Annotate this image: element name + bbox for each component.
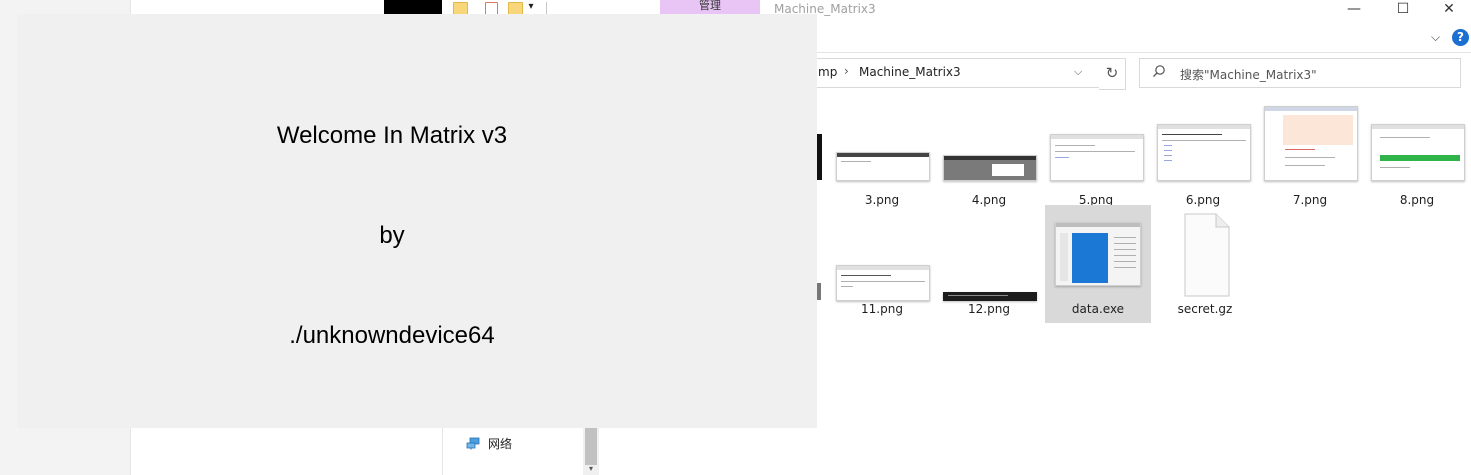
- close-button[interactable]: ✕: [1426, 0, 1471, 20]
- file-item[interactable]: 3.png: [829, 96, 935, 214]
- ribbon-expand-icon[interactable]: ⌵: [1431, 30, 1440, 45]
- file-name: 11.png: [861, 302, 903, 316]
- image-thumbnail: [1371, 124, 1465, 181]
- file-item-selected[interactable]: data.exe: [1045, 205, 1151, 323]
- generic-file-icon: [1184, 213, 1230, 297]
- file-item[interactable]: 5.png: [1043, 96, 1149, 214]
- obscured-title-region: [384, 0, 442, 14]
- search-placeholder: 搜索"Machine_Matrix3": [1180, 68, 1317, 82]
- dialog-author: ./unknowndevice64: [289, 322, 495, 349]
- image-thumbnail: [836, 265, 930, 301]
- maximize-button[interactable]: ☐: [1380, 0, 1426, 20]
- file-item[interactable]: 8.png: [1364, 96, 1470, 214]
- image-thumbnail: [1050, 134, 1144, 181]
- image-thumbnail: [1264, 106, 1358, 181]
- file-name: 7.png: [1292, 193, 1328, 207]
- partial-thumbnail: [817, 283, 821, 300]
- navigation-pane: 网络: [442, 428, 583, 475]
- breadcrumb-parent[interactable]: mp: [818, 65, 837, 79]
- search-input[interactable]: 搜索"Machine_Matrix3": [1139, 58, 1461, 88]
- search-icon: [1152, 64, 1166, 82]
- quick-access-dropdown-icon[interactable]: ▾: [525, 0, 537, 14]
- file-item[interactable]: 7.png: [1257, 96, 1363, 214]
- address-history-dropdown-icon[interactable]: ⌵: [1074, 65, 1082, 79]
- breadcrumb-current[interactable]: Machine_Matrix3: [859, 65, 961, 79]
- file-item[interactable]: 6.png: [1150, 96, 1256, 214]
- manage-tab[interactable]: 管理: [660, 0, 760, 14]
- refresh-button[interactable]: ↻: [1099, 58, 1126, 90]
- image-thumbnail: [943, 155, 1037, 181]
- welcome-dialog: Welcome In Matrix v3 by ./unknowndevice6…: [17, 14, 817, 428]
- dialog-title: Welcome In Matrix v3: [276, 122, 508, 149]
- file-name: 12.png: [968, 302, 1010, 316]
- minimize-button[interactable]: —: [1331, 0, 1377, 20]
- nav-scrollbar-thumb[interactable]: [585, 428, 597, 465]
- partial-thumbnail: [817, 134, 822, 180]
- file-name: 8.png: [1399, 193, 1435, 207]
- file-name: data.exe: [1071, 302, 1125, 316]
- file-item[interactable]: secret.gz: [1152, 205, 1258, 323]
- help-icon[interactable]: ?: [1452, 29, 1469, 46]
- breadcrumb-chevron-icon[interactable]: ›: [844, 64, 849, 78]
- file-item[interactable]: 4.png: [936, 96, 1042, 214]
- image-thumbnail: [1157, 124, 1251, 181]
- image-thumbnail: [943, 292, 1037, 301]
- executable-thumbnail: [1055, 222, 1141, 286]
- network-icon: [466, 437, 482, 450]
- file-name: secret.gz: [1177, 302, 1233, 316]
- toolbar-divider: [546, 2, 547, 14]
- nav-item-network[interactable]: 网络: [488, 435, 512, 452]
- dialog-byline: by: [379, 222, 405, 249]
- file-item[interactable]: 11.png: [829, 205, 935, 323]
- scroll-down-icon[interactable]: ▾: [583, 464, 599, 475]
- file-item[interactable]: 12.png: [936, 205, 1042, 323]
- image-thumbnail: [836, 152, 930, 181]
